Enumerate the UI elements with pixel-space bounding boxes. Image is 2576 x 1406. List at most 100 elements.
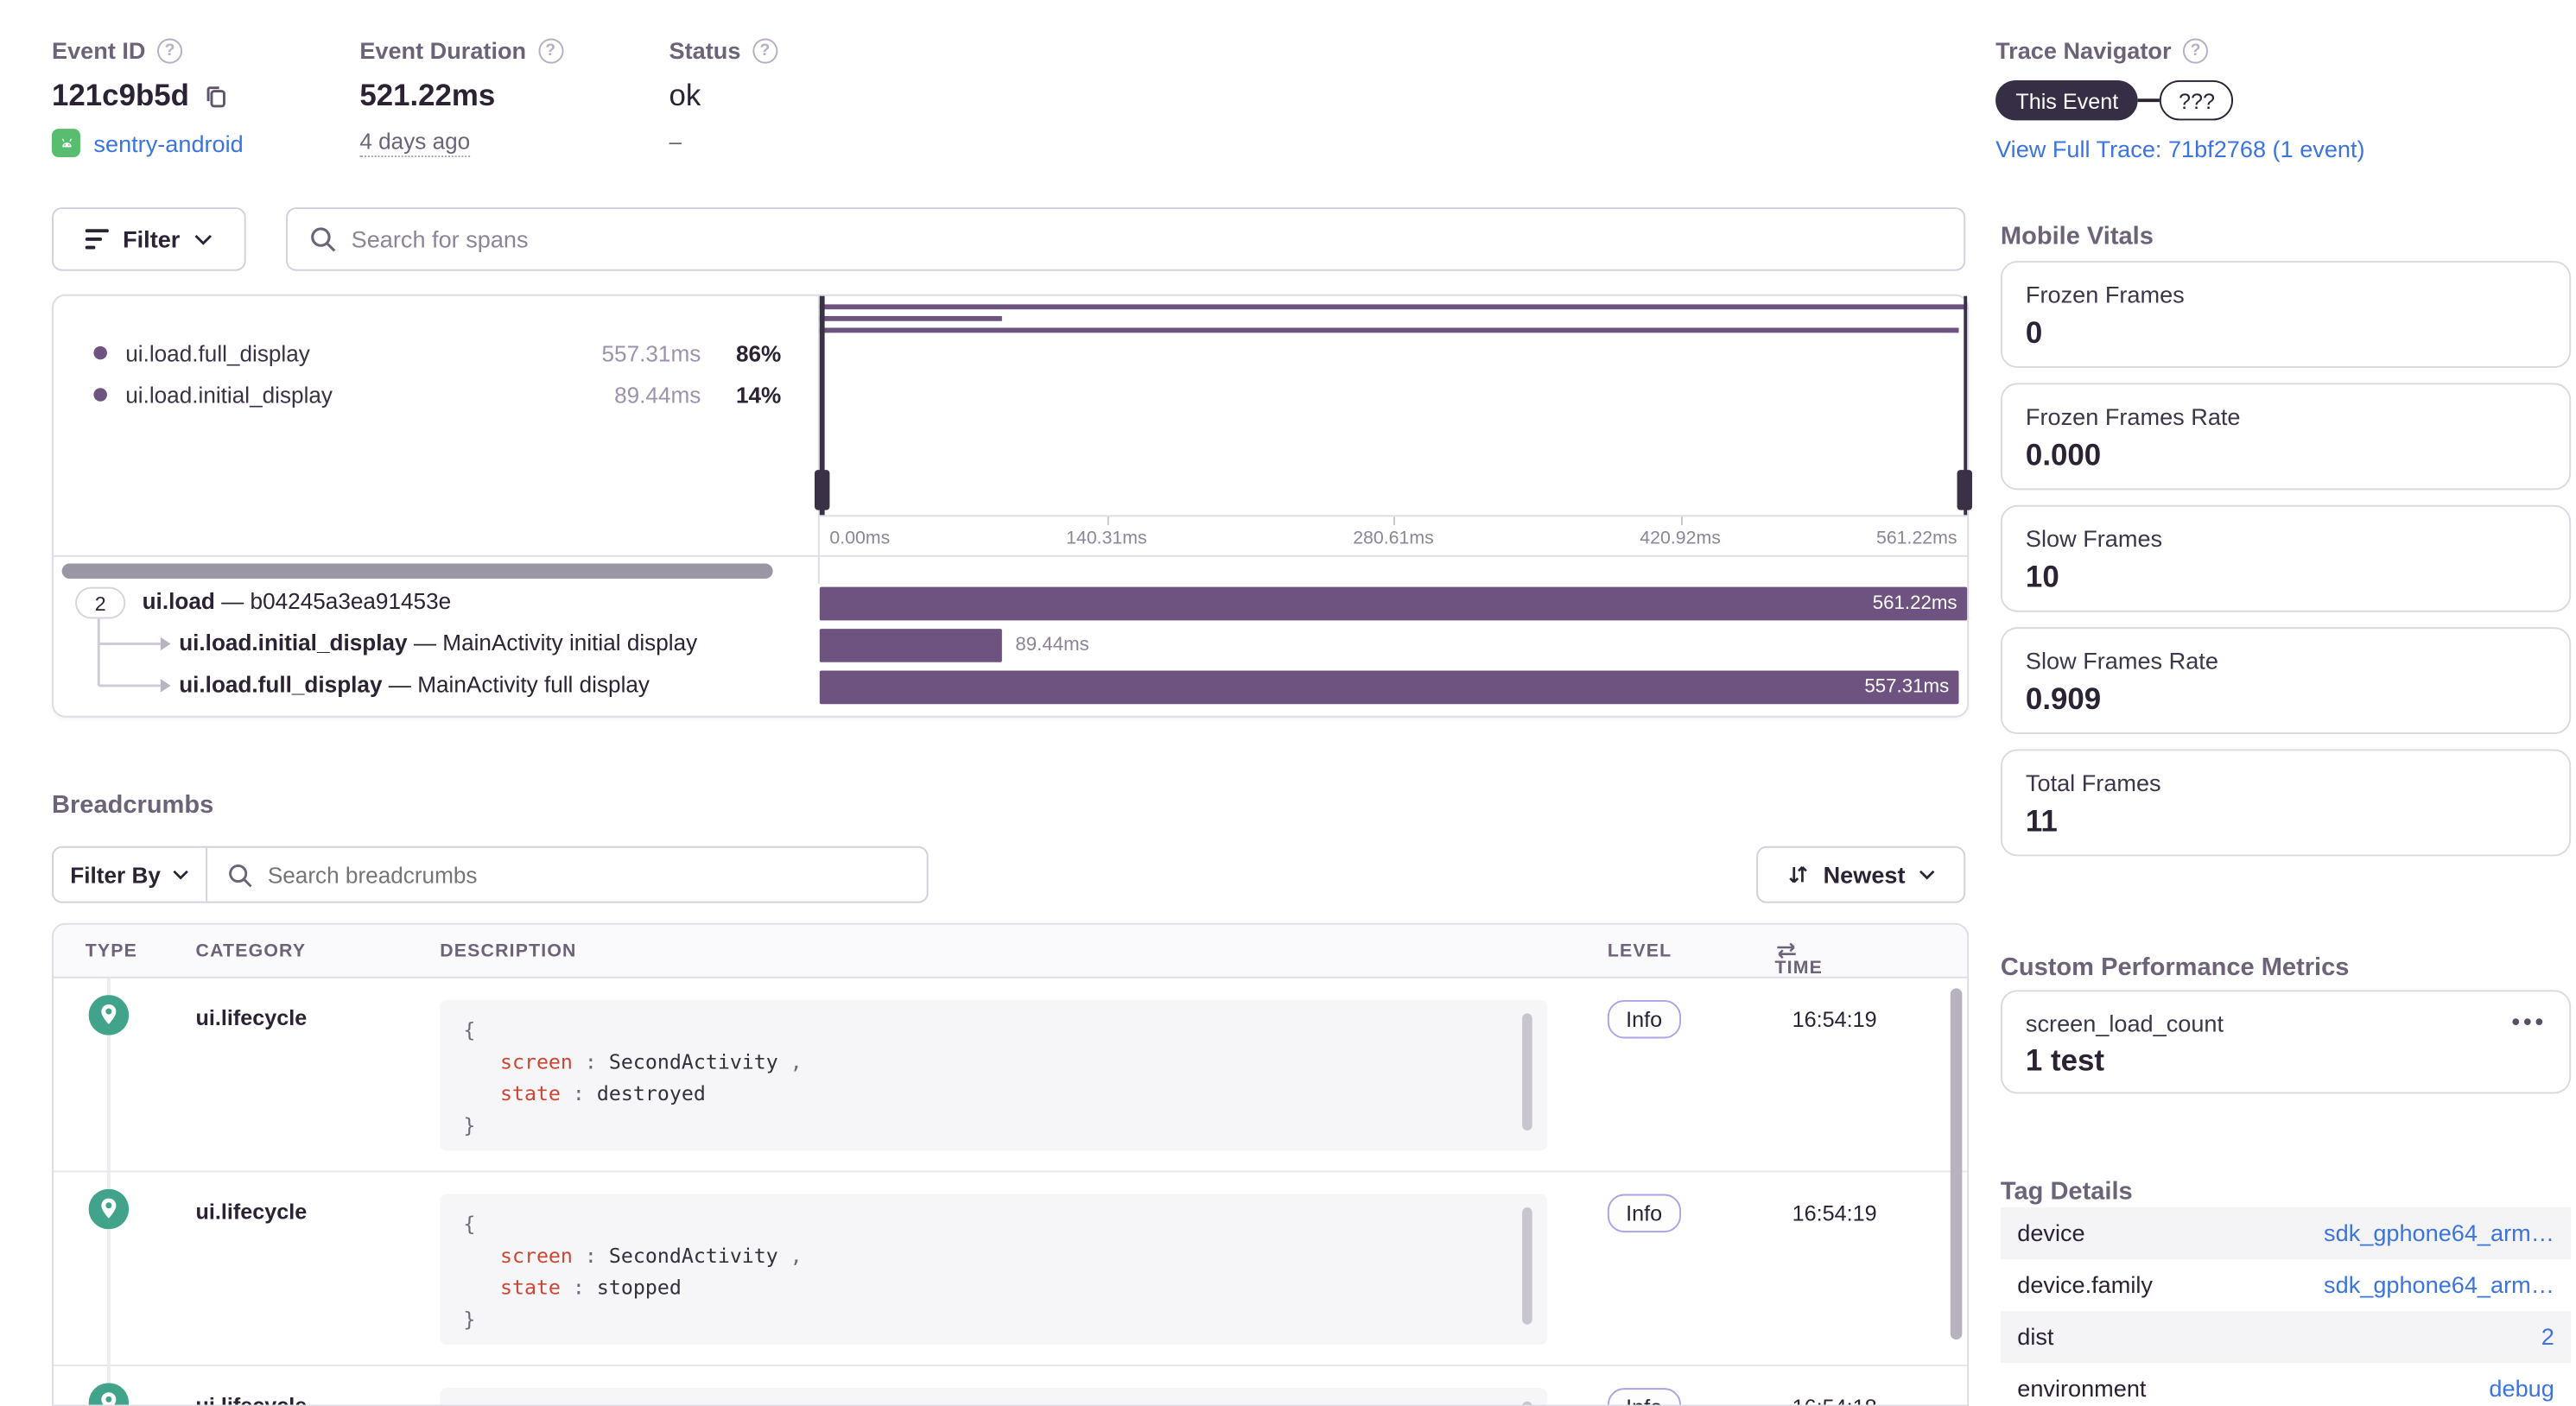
- legend-item: ui.load.full_display 557.31ms 86%: [54, 332, 818, 372]
- help-icon[interactable]: ?: [752, 38, 777, 63]
- vital-card: Frozen Frames 0: [2001, 261, 2571, 368]
- status-sub: –: [669, 129, 777, 154]
- custom-metrics-title: Custom Performance Metrics: [2001, 953, 2350, 982]
- vital-label: Frozen Frames: [2026, 281, 2185, 307]
- span-duration-label: 561.22ms: [1873, 586, 1957, 620]
- event-id-value: 121c9b5d: [52, 79, 189, 114]
- sort-newest-button[interactable]: Newest: [1756, 846, 1965, 903]
- breadcrumbs-table-header: TYPE CATEGORY DESCRIPTION LEVEL TIME: [54, 925, 1967, 978]
- event-id-label-row: Event ID ?: [52, 37, 244, 64]
- event-time-ago: 4 days ago: [359, 129, 470, 157]
- axis-tick-label: 420.92ms: [1640, 529, 1721, 548]
- span-op: ui.load.initial_display: [179, 630, 407, 656]
- span-count-badge[interactable]: 2: [75, 587, 125, 619]
- legend-name: ui.load.initial_display: [125, 382, 560, 407]
- legend-duration: 557.31ms: [561, 340, 701, 365]
- col-time-sort[interactable]: TIME: [1774, 941, 1798, 960]
- span-search-input[interactable]: [352, 225, 1942, 252]
- search-icon: [227, 862, 252, 887]
- span-duration-label: 89.44ms: [1015, 628, 1088, 662]
- event-id-label: Event ID: [52, 37, 145, 64]
- status-block: Status ? ok –: [669, 37, 777, 155]
- minimap-right-grabber[interactable]: [1957, 470, 1972, 510]
- breadcrumb-search-input[interactable]: [268, 862, 907, 887]
- minimap-left-grabber[interactable]: [815, 470, 829, 510]
- tag-value-link[interactable]: 2: [2541, 1323, 2554, 1350]
- legend-item: ui.load.initial_display 89.44ms 14%: [54, 375, 818, 415]
- span-op: ui.load: [143, 589, 215, 614]
- table-scrollbar-thumb[interactable]: [1951, 988, 1963, 1340]
- sort-arrows-icon: [1786, 863, 1810, 886]
- custom-metric-card: screen_load_count 1 test: [2001, 990, 2571, 1093]
- code-scrollbar-thumb[interactable]: [1522, 1013, 1532, 1130]
- breadcrumb-filter-group: Filter By: [52, 846, 929, 903]
- code-scrollbar-thumb[interactable]: [1522, 1402, 1532, 1406]
- right-sidebar: Mobile Vitals Frozen Frames 0 Frozen Fra…: [2001, 0, 2576, 1406]
- span-desc: MainActivity initial display: [442, 630, 697, 656]
- minimap-span-bar: [820, 316, 1002, 321]
- minimap-span-bar: [820, 328, 1959, 333]
- minimap-span-bar: [820, 304, 1967, 309]
- trace-minimap[interactable]: [820, 296, 1967, 516]
- breadcrumb-time: 16:54:19: [1726, 1007, 1876, 1032]
- screenshot-stage: Event ID ? 121c9b5d sentry-android Event…: [0, 0, 2576, 1406]
- help-icon[interactable]: ?: [538, 38, 563, 63]
- vital-card: Slow Frames 10: [2001, 505, 2571, 612]
- breadcrumb-description-code: { screen : SecondActivity , state : stop…: [440, 1194, 1547, 1345]
- level-badge: Info: [1608, 1388, 1681, 1406]
- span-row[interactable]: ui.load.initial_display — MainActivity i…: [54, 624, 1967, 665]
- span-row[interactable]: ui.load.full_display — MainActivity full…: [54, 666, 1967, 707]
- vital-card: Frozen Frames Rate 0.000: [2001, 383, 2571, 490]
- breadcrumb-time: 16:54:18: [1726, 1395, 1876, 1406]
- span-duration-bar[interactable]: [820, 628, 1002, 662]
- span-row[interactable]: 2 ui.load — b04245a3ea91453e 561.22ms: [54, 582, 1967, 624]
- vital-value: 0: [2026, 316, 2042, 352]
- legend-duration: 89.44ms: [561, 382, 701, 407]
- filter-button-label: Filter: [123, 225, 180, 252]
- ellipsis-icon[interactable]: [2512, 1018, 2542, 1025]
- scrollbar-thumb[interactable]: [62, 564, 773, 579]
- android-icon: [52, 129, 80, 157]
- status-label: Status: [669, 37, 741, 64]
- breadcrumbs-table: TYPE CATEGORY DESCRIPTION LEVEL TIME ui.…: [52, 923, 1969, 1406]
- mobile-vitals-title: Mobile Vitals: [2001, 223, 2154, 251]
- code-scrollbar-thumb[interactable]: [1522, 1207, 1532, 1325]
- event-duration-value: 521.22ms: [359, 79, 495, 114]
- filter-by-dropdown[interactable]: Filter By: [54, 848, 207, 902]
- help-icon[interactable]: ?: [157, 38, 182, 63]
- filter-button[interactable]: Filter: [52, 207, 246, 271]
- filter-by-label: Filter By: [70, 862, 161, 887]
- vital-card: Slow Frames Rate 0.909: [2001, 627, 2571, 734]
- tree-horizontal-scrollbar: [54, 555, 1967, 582]
- filter-icon: [86, 229, 109, 249]
- level-badge: Info: [1608, 1194, 1681, 1233]
- copy-icon[interactable]: [202, 83, 229, 110]
- col-level: LEVEL: [1608, 941, 1672, 961]
- vital-label: Total Frames: [2026, 770, 2161, 796]
- span-duration-bar[interactable]: 557.31ms: [820, 670, 1959, 704]
- project-link[interactable]: sentry-android: [93, 130, 243, 156]
- legend-dot-icon: [93, 388, 106, 401]
- span-waterfall-panel: ui.load.full_display 557.31ms 86% ui.loa…: [52, 294, 1969, 718]
- level-badge: Info: [1608, 1000, 1681, 1039]
- tag-value-link[interactable]: sdk_gphone64_arm…: [2324, 1219, 2554, 1246]
- tag-value-link[interactable]: sdk_gphone64_arm…: [2324, 1271, 2554, 1298]
- breadcrumb-category: ui.lifecycle: [196, 1199, 308, 1224]
- breadcrumb-category: ui.lifecycle: [196, 1005, 308, 1030]
- vital-value: 11: [2026, 804, 2058, 839]
- breadcrumb-row[interactable]: ui.lifecycle { screen : SecondActivity ,…: [54, 1172, 1967, 1366]
- tag-row: device.family sdk_gphone64_arm…: [2001, 1259, 2571, 1311]
- chevron-down-icon: [172, 870, 188, 880]
- span-search: [286, 207, 1965, 271]
- span-desc: b04245a3ea91453e: [251, 589, 452, 614]
- breadcrumb-row[interactable]: ui.lifecycle { screen : SecondActivity ,…: [54, 978, 1967, 1173]
- swap-arrows-icon: [1774, 941, 1798, 960]
- event-duration-label: Event Duration: [359, 37, 526, 64]
- tag-key: device: [2017, 1219, 2084, 1246]
- search-icon: [309, 225, 336, 252]
- metric-value: 1 test: [2026, 1043, 2104, 1079]
- legend-percent: 86%: [701, 340, 781, 365]
- tag-value-link[interactable]: debug: [2489, 1375, 2554, 1402]
- span-duration-bar[interactable]: 561.22ms: [820, 586, 1967, 620]
- breadcrumb-row[interactable]: ui.lifecycle { Info 16:54:18: [54, 1366, 1967, 1406]
